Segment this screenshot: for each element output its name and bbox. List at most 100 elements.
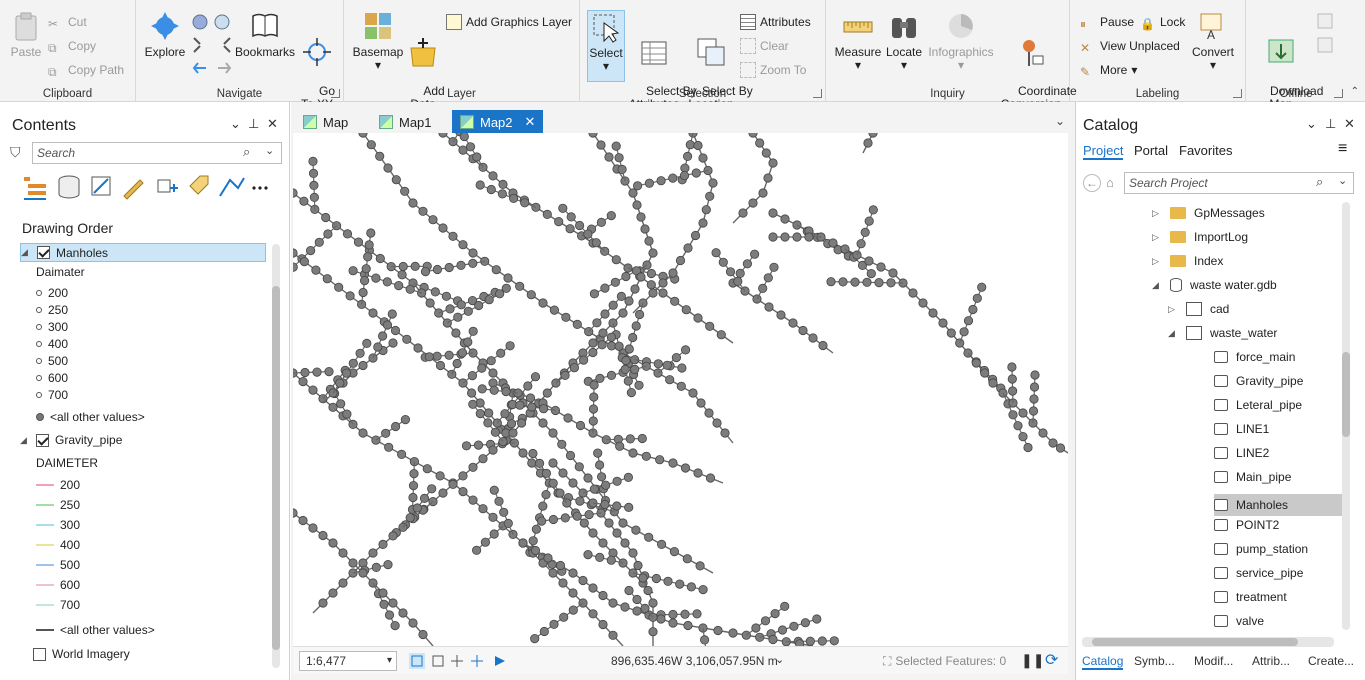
layer-manholes[interactable]: ◢ Manholes — [20, 243, 266, 262]
back-icon[interactable]: ← — [1083, 174, 1101, 192]
zoom-to-button[interactable]: Zoom To — [740, 60, 806, 80]
infographics-button[interactable]: Infographics ▾ — [926, 10, 996, 72]
catalog-item[interactable]: LINE2 — [1214, 446, 1269, 460]
pause-labeling-button[interactable]: ⏸ Pause — [1080, 12, 1134, 32]
pane-options-icon[interactable]: ⌄ — [230, 116, 241, 132]
refresh-icon[interactable]: ⟳ — [1045, 650, 1058, 670]
paste-button[interactable]: Paste — [6, 10, 46, 59]
view-unplaced-button[interactable]: ✕ View Unplaced — [1080, 36, 1180, 56]
selection-launcher-icon[interactable] — [813, 89, 822, 98]
chevron-down-icon[interactable]: ⌄ — [1338, 174, 1347, 187]
catalog-item[interactable]: pump_station — [1214, 542, 1308, 556]
bottom-tab-symbology[interactable]: Symb... — [1134, 654, 1175, 668]
pin-icon[interactable]: ⊥ — [1325, 116, 1336, 132]
catalog-hscroll-thumb[interactable] — [1092, 638, 1298, 646]
explore-button[interactable]: Explore — [142, 10, 188, 59]
close-icon[interactable]: ✕ — [1344, 116, 1355, 132]
units-chevron-icon[interactable]: ⌄ — [775, 653, 784, 666]
catalog-item[interactable]: force_main — [1214, 350, 1295, 364]
catalog-item[interactable]: ▷ GpMessages — [1152, 206, 1265, 220]
tab-list-chevron-icon[interactable]: ⌄ — [1055, 114, 1065, 128]
cut-button[interactable]: ✂ Cut — [48, 12, 87, 32]
pause-drawing-icon[interactable]: ❚❚ — [1021, 652, 1044, 669]
catalog-item[interactable]: ▷ Index — [1152, 254, 1223, 268]
attributes-button[interactable]: Attributes — [740, 12, 811, 32]
tab-map[interactable]: Map — [295, 110, 356, 134]
close-icon[interactable]: ✕ — [267, 116, 278, 132]
lock-labeling-button[interactable]: 🔒 Lock — [1140, 12, 1185, 32]
catalog-item[interactable]: Manholes — [1214, 494, 1342, 516]
expand-caret-icon[interactable]: ◢ — [21, 247, 31, 258]
gravity-pipe-visibility-checkbox[interactable] — [36, 433, 49, 447]
chevron-down-icon[interactable]: ⌄ — [265, 144, 274, 157]
offline-launcher-icon[interactable] — [1334, 89, 1343, 98]
add-graphics-layer-button[interactable]: Add Graphics Layer — [446, 12, 572, 32]
map-nav-tools[interactable] — [409, 653, 519, 669]
select-button[interactable]: Select ▾ — [587, 10, 625, 82]
selection-view-icon — [91, 176, 111, 196]
catalog-item[interactable]: Leteral_pipe — [1214, 398, 1302, 412]
catalog-item[interactable]: ◢ waste water.gdb — [1152, 278, 1277, 292]
copy-path-button[interactable]: ⧉ Copy Path — [48, 60, 124, 80]
world-imagery-visibility-checkbox[interactable] — [33, 647, 46, 661]
contents-scroll-thumb[interactable] — [272, 286, 280, 650]
catalog-item[interactable]: ▷ ImportLog — [1152, 230, 1248, 244]
tab-map2[interactable]: Map2 ✕ — [452, 110, 544, 134]
locate-button[interactable]: Locate ▾ — [884, 10, 924, 72]
more-labeling-button[interactable]: ✎ More ▾ — [1080, 60, 1137, 80]
expand-caret-icon[interactable]: ◢ — [1152, 280, 1159, 291]
clipboard-group: Paste ✂ Cut ⧉ Copy ⧉ Copy Path Clipboard — [0, 0, 136, 102]
catalog-item[interactable]: ◢ waste_water — [1168, 326, 1277, 340]
navigate-launcher-icon[interactable] — [331, 89, 340, 98]
expand-caret-icon[interactable]: ▷ — [1152, 208, 1159, 219]
catalog-item[interactable]: POINT2 — [1214, 518, 1279, 532]
map-canvas[interactable] — [293, 133, 1068, 646]
point-symbol-icon — [36, 307, 42, 313]
catalog-item[interactable]: service_pipe — [1214, 566, 1303, 580]
filter-icon[interactable]: ⛉ — [10, 144, 21, 161]
convert-button[interactable]: A Convert ▾ — [1188, 10, 1238, 72]
copy-button[interactable]: ⧉ Copy — [48, 36, 96, 56]
tab-project[interactable]: Project — [1083, 143, 1124, 160]
close-tab-icon[interactable]: ✕ — [525, 114, 536, 130]
catalog-item[interactable]: valve — [1214, 614, 1264, 628]
measure-button[interactable]: Measure ▾ — [832, 10, 884, 72]
layer-gravity-pipe[interactable]: ◢ Gravity_pipe — [20, 433, 122, 447]
line-symbol-icon — [36, 629, 54, 631]
tab-favorites[interactable]: Favorites — [1179, 143, 1232, 158]
home-icon[interactable]: ⌂ — [1106, 175, 1114, 190]
expand-caret-icon[interactable]: ▷ — [1152, 232, 1159, 243]
catalog-item[interactable]: treatment — [1214, 590, 1287, 604]
bottom-tab-modify[interactable]: Modif... — [1194, 654, 1233, 668]
catalog-vscrollbar[interactable] — [1342, 202, 1350, 630]
pane-options-icon[interactable]: ⌄ — [1306, 116, 1317, 132]
catalog-item[interactable]: Gravity_pipe — [1214, 374, 1303, 388]
labeling-launcher-icon[interactable] — [1233, 89, 1242, 98]
catalog-item[interactable]: Main_pipe — [1214, 470, 1291, 484]
expand-caret-icon[interactable]: ◢ — [1168, 328, 1175, 339]
catalog-hscrollbar[interactable] — [1082, 637, 1334, 647]
collapse-ribbon-icon[interactable]: ⌃ — [1351, 86, 1359, 97]
bookmarks-button[interactable]: Bookmarks — [234, 10, 296, 59]
scale-selector[interactable]: 1:6,477 ▾ — [299, 651, 397, 671]
feature-dataset-icon — [1186, 302, 1202, 316]
expand-caret-icon[interactable]: ▷ — [1152, 256, 1159, 267]
catalog-item[interactable]: LINE1 — [1214, 422, 1269, 436]
expand-caret-icon[interactable]: ◢ — [20, 435, 30, 446]
clear-button[interactable]: Clear — [740, 36, 789, 56]
expand-caret-icon[interactable]: ▷ — [1168, 304, 1175, 315]
bottom-tab-create[interactable]: Create... — [1308, 654, 1354, 668]
manholes-visibility-checkbox[interactable] — [37, 246, 50, 259]
bottom-tab-catalog[interactable]: Catalog — [1082, 654, 1124, 670]
catalog-item[interactable]: ▷ cad — [1168, 302, 1229, 316]
basemap-button[interactable]: Basemap ▾ — [352, 10, 404, 72]
layer-world-imagery[interactable]: World Imagery — [33, 647, 130, 661]
tab-portal[interactable]: Portal — [1134, 143, 1168, 158]
catalog-vscroll-thumb[interactable] — [1342, 352, 1350, 437]
bottom-tab-attributes[interactable]: Attrib... — [1252, 654, 1290, 668]
menu-icon[interactable]: ≡ — [1338, 140, 1347, 158]
back-forward-icon[interactable] — [192, 60, 232, 76]
contents-scrollbar[interactable] — [272, 244, 280, 668]
pin-icon[interactable]: ⊥ — [248, 116, 259, 132]
tab-map1[interactable]: Map1 — [371, 110, 440, 134]
